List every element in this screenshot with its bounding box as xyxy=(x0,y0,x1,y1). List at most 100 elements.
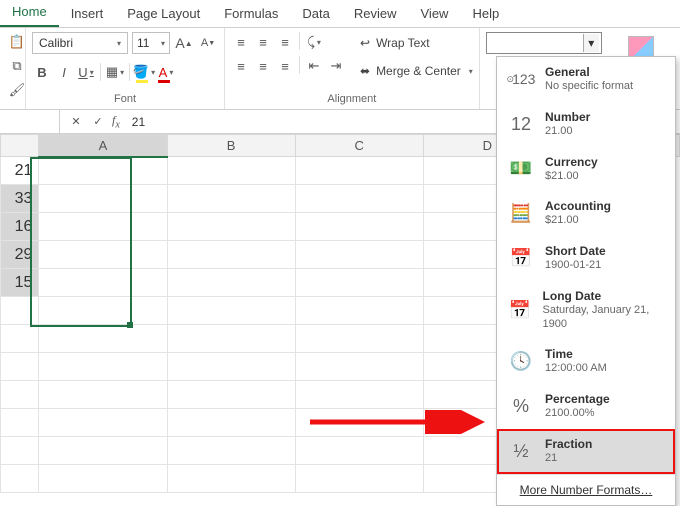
cell[interactable] xyxy=(1,381,39,409)
cell[interactable] xyxy=(1,353,39,381)
cell[interactable] xyxy=(167,437,295,465)
fill-color-button[interactable]: 🪣▾ xyxy=(134,62,154,82)
tab-review[interactable]: Review xyxy=(342,0,409,27)
cell[interactable] xyxy=(1,297,39,325)
tab-home[interactable]: Home xyxy=(0,0,59,27)
cell[interactable] xyxy=(167,353,295,381)
cell[interactable] xyxy=(39,185,167,213)
cell[interactable] xyxy=(295,437,423,465)
increase-font-icon[interactable]: A▲ xyxy=(174,33,194,53)
cell[interactable] xyxy=(295,297,423,325)
decrease-indent-icon[interactable]: ⇤ xyxy=(304,56,324,76)
cell[interactable] xyxy=(39,465,167,493)
format-general[interactable]: ⊙123 GeneralNo specific format xyxy=(497,57,675,102)
cell[interactable] xyxy=(167,185,295,213)
fx-icon[interactable]: fx xyxy=(112,113,120,130)
cell[interactable] xyxy=(39,381,167,409)
font-name-combo[interactable]: Calibri ▾ xyxy=(32,32,128,54)
tab-page-layout[interactable]: Page Layout xyxy=(115,0,212,27)
format-percentage[interactable]: % Percentage2100.00% xyxy=(497,384,675,429)
increase-indent-icon[interactable]: ⇥ xyxy=(326,56,346,76)
number-format-combo[interactable]: ▾ xyxy=(486,32,602,54)
align-right-icon[interactable]: ≡ xyxy=(275,56,295,76)
calendar-icon: 📅 xyxy=(507,296,533,324)
cell[interactable] xyxy=(167,409,295,437)
font-color-button[interactable]: A▾ xyxy=(156,62,176,82)
borders-button[interactable]: ▦▾ xyxy=(105,62,125,82)
cell[interactable]: 21 xyxy=(1,157,39,185)
cell[interactable] xyxy=(167,325,295,353)
orientation-icon[interactable]: ⤹▾ xyxy=(304,32,324,52)
cell[interactable] xyxy=(295,353,423,381)
col-header-a[interactable]: A xyxy=(39,135,167,157)
align-bottom-icon[interactable]: ≡ xyxy=(275,32,295,52)
align-left-icon[interactable]: ≡ xyxy=(231,56,251,76)
col-header-b[interactable]: B xyxy=(167,135,295,157)
align-top-icon[interactable]: ≡ xyxy=(231,32,251,52)
cell[interactable] xyxy=(167,157,295,185)
name-box[interactable] xyxy=(0,110,60,133)
copy-icon[interactable]: ⧉ xyxy=(7,56,27,76)
cell[interactable]: 16 xyxy=(1,213,39,241)
italic-button[interactable]: I xyxy=(54,62,74,82)
cell[interactable] xyxy=(39,297,167,325)
format-short-date[interactable]: 📅 Short Date1900-01-21 xyxy=(497,236,675,281)
cell[interactable] xyxy=(295,213,423,241)
cell[interactable] xyxy=(39,269,167,297)
tab-data[interactable]: Data xyxy=(290,0,341,27)
decrease-font-icon[interactable]: A▼ xyxy=(198,33,218,53)
cell[interactable]: 15 xyxy=(1,269,39,297)
col-header-c[interactable]: C xyxy=(295,135,423,157)
cell[interactable] xyxy=(167,465,295,493)
formula-value[interactable]: 21 xyxy=(132,115,145,129)
cell[interactable] xyxy=(295,325,423,353)
cell[interactable] xyxy=(167,213,295,241)
format-number[interactable]: 12 Number21.00 xyxy=(497,102,675,147)
wrap-text-button[interactable]: ↩ Wrap Text xyxy=(360,32,473,54)
format-painter-icon[interactable]: 🖌 xyxy=(7,80,27,100)
cell[interactable] xyxy=(295,157,423,185)
cell[interactable] xyxy=(1,409,39,437)
format-fraction[interactable]: ½ Fraction21 xyxy=(497,429,675,474)
cell[interactable] xyxy=(167,241,295,269)
cell[interactable] xyxy=(1,465,39,493)
tab-help[interactable]: Help xyxy=(460,0,511,27)
cell[interactable] xyxy=(39,241,167,269)
format-long-date[interactable]: 📅 Long DateSaturday, January 21, 1900 xyxy=(497,281,675,340)
format-time[interactable]: 🕓 Time12:00:00 AM xyxy=(497,339,675,384)
cell[interactable] xyxy=(39,353,167,381)
select-all-corner[interactable] xyxy=(1,135,39,157)
paste-icon[interactable]: 📋 xyxy=(7,32,27,52)
cell[interactable] xyxy=(295,465,423,493)
calendar-icon: 📅 xyxy=(507,244,535,272)
bold-button[interactable]: B xyxy=(32,62,52,82)
cell[interactable]: 33 xyxy=(1,185,39,213)
cancel-icon[interactable]: ✕ xyxy=(68,112,84,132)
format-accounting[interactable]: 🧮 Accounting $21.00 xyxy=(497,191,675,236)
cell[interactable] xyxy=(39,213,167,241)
cell[interactable] xyxy=(295,185,423,213)
cell[interactable] xyxy=(39,325,167,353)
cell[interactable] xyxy=(295,381,423,409)
cell[interactable]: 29 xyxy=(1,241,39,269)
font-size-combo[interactable]: 11 ▾ xyxy=(132,32,170,54)
align-center-icon[interactable]: ≡ xyxy=(253,56,273,76)
tab-view[interactable]: View xyxy=(409,0,461,27)
format-currency[interactable]: 💵 Currency$21.00 xyxy=(497,147,675,192)
cell[interactable] xyxy=(39,157,167,185)
align-middle-icon[interactable]: ≡ xyxy=(253,32,273,52)
cell[interactable] xyxy=(39,437,167,465)
tab-formulas[interactable]: Formulas xyxy=(212,0,290,27)
cell[interactable] xyxy=(167,269,295,297)
underline-button[interactable]: U▾ xyxy=(76,62,96,82)
cell[interactable] xyxy=(167,381,295,409)
merge-center-button[interactable]: ⬌ Merge & Center ▾ xyxy=(360,60,473,82)
tab-insert[interactable]: Insert xyxy=(59,0,116,27)
cell[interactable] xyxy=(1,325,39,353)
cell[interactable] xyxy=(167,297,295,325)
cell[interactable] xyxy=(295,241,423,269)
cell[interactable] xyxy=(39,409,167,437)
cell[interactable] xyxy=(1,437,39,465)
enter-icon[interactable]: ✓ xyxy=(90,112,106,132)
cell[interactable] xyxy=(295,269,423,297)
